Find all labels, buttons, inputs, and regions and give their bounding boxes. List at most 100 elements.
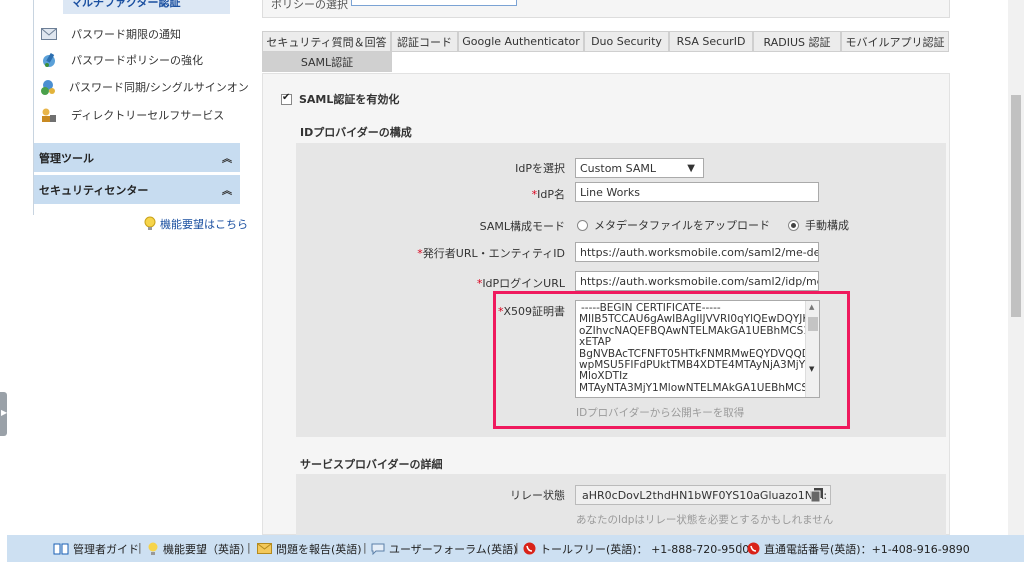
book-icon [53,543,69,555]
issuer-label: *発行者URL・エンティティID [417,247,565,260]
tab-saml[interactable]: SAML認証 [262,51,392,72]
sidebar-item-password-policy[interactable]: パスワードポリシーの強化 [33,48,240,72]
cert-label: *X509証明書 [497,305,565,318]
tab-mobile-app[interactable]: モバイルアプリ認証 [841,31,949,52]
feature-request-label: 機能要望はこちら [160,218,248,231]
footer-label: 直通電話番号(英語)：+1-408-916-9890 [764,542,970,556]
idp-select-value: Custom SAML [580,161,656,175]
footer-label: 機能要望（英語） [163,542,251,556]
sidebar-item-password-sync[interactable]: パスワード同期/シングルサインオン [33,75,249,99]
sidebar-item-label: パスワード期限の通知 [71,28,181,41]
policy-label: ポリシーの選択 [271,0,348,11]
enable-saml-checkbox[interactable] [281,92,292,105]
scroll-up-icon[interactable]: ▲ [809,303,814,311]
chat-icon [371,543,385,555]
chevron-double-up-icon[interactable]: ︽ [222,150,232,165]
footer-feature-request[interactable]: 機能要望（英語） [147,535,251,562]
footer-separator: | [138,541,142,554]
cert-line: xETAP [579,337,611,349]
radio-metadata-upload[interactable] [577,219,588,231]
radio-metadata-label: メタデータファイルをアップロード [594,219,770,232]
page-scroll-thumb[interactable] [1011,95,1021,317]
footer-separator: | [739,541,743,554]
phone-icon [747,542,760,555]
enable-saml-row[interactable]: SAML認証を有効化 [281,91,399,107]
sidebar-border [33,0,34,215]
footer-user-forum[interactable]: ユーザーフォーラム(英語) [371,535,517,562]
footer-direct-phone[interactable]: 直通電話番号(英語)：+1-408-916-9890 [747,535,970,562]
enable-saml-label: SAML認証を有効化 [299,93,400,106]
relay-state-input[interactable]: aHR0cDovL2thdHN1bWF0YS10aGluazo1NjA: [575,485,831,505]
footer-label: 問題を報告(英語) [276,542,362,556]
bulb-icon [147,542,159,556]
copy-button[interactable] [807,486,827,504]
cert-line: BgNVBAcTCFNFT05HTkFNMRMwEQYDVQQDE [579,348,805,360]
lightbulb-icon [143,216,157,232]
pen-icon [39,51,59,69]
idp-select[interactable]: Custom SAML ▼ [575,158,704,178]
chevron-right-icon: ▶ [1,408,8,417]
sidebar-item-password-expiry[interactable]: パスワード期限の通知 [33,22,240,46]
envelope-icon [257,543,272,554]
login-url-input[interactable]: https://auth.worksmobile.com/saml2/idp/m… [575,271,819,291]
config-mode-radios: メタデータファイルをアップロード 手動構成 [577,217,849,233]
cert-line: MIIB5TCCAU6gAwIBAgIIJVVRI0qYlQEwDQYJK [579,314,805,326]
side-panel-toggle[interactable]: ▶ [0,392,7,436]
sidebar-section-security-center[interactable]: セキュリティセンター ︽ [33,175,240,205]
caret-down-icon: ▼ [687,162,695,174]
tab-verification-code[interactable]: 認証コード [391,31,458,52]
issuer-input[interactable]: https://auth.worksmobile.com/saml2/me-de… [575,242,819,262]
footer-label: 管理者ガイド [73,542,139,556]
sync-icon [39,78,57,96]
idp-select-label: IdPを選択 [515,162,565,175]
idp-name-label: *IdP名 [531,188,565,201]
footer-separator: | [363,541,367,554]
tab-duo-security[interactable]: Duo Security [584,31,669,52]
footer-admin-guide[interactable]: 管理者ガイド [53,535,139,562]
lock-user-icon [39,106,59,124]
radio-manual-config[interactable] [788,219,799,231]
cert-line: wpMSU5FIFdPUktTMB4XDTE4MTAyNjA3MjY1 [579,360,805,372]
section-label: 管理ツール [39,151,94,165]
page-scrollbar[interactable] [1008,0,1024,535]
footer-separator: | [515,541,519,554]
scroll-thumb[interactable] [808,317,818,331]
policy-select[interactable] [351,0,517,6]
tab-google-authenticator[interactable]: Google Authenticator [458,31,584,52]
sidebar-item-directory-self-service[interactable]: ディレクトリーセルフサービス [33,103,240,127]
sidebar-item-mfa[interactable]: マルチファクター認証 [63,0,230,14]
sidebar-item-label: パスワードポリシーの強化 [71,54,203,67]
feature-request-link[interactable]: 機能要望はこちら [143,216,248,232]
sidebar-item-label: パスワード同期/シングルサインオン [69,81,249,94]
radio-manual-label: 手動構成 [805,219,849,232]
relay-hint: あなたのIdpはリレー状態を必要とするかもしれません [576,514,834,526]
config-mode-label: SAML構成モード [479,220,565,233]
envelope-icon [39,25,59,43]
footer-toll-free[interactable]: トールフリー(英語)： +1-888-720-9500 [523,535,749,562]
cert-line: -----BEGIN CERTIFICATE----- [581,303,721,314]
tab-security-questions[interactable]: セキュリティ質問＆回答 [262,31,391,52]
chevron-double-up-icon[interactable]: ︽ [222,182,232,197]
footer-label: トールフリー(英語)： +1-888-720-9500 [540,542,750,556]
phone-icon [523,542,536,555]
policy-strip: ポリシーの選択 [262,0,950,18]
sp-section-title: サービスプロバイダーの詳細 [300,458,443,471]
login-url-label: *IdPログインURL [476,277,565,290]
certificate-scrollbar[interactable]: ▲ ▼ [805,301,819,397]
tab-radius[interactable]: RADIUS 認証 [753,31,841,52]
cert-line: oZIhvcNAQEFBQAwNTELMAkGA1UEBhMCS1I [579,325,805,337]
sidebar-section-admin-tools[interactable]: 管理ツール ︽ [33,143,240,173]
sidebar: マルチファクター認証 パスワード期限の通知 パスワードポリシーの強化 パスワード… [33,0,249,240]
footer-report-issue[interactable]: 問題を報告(英語) [257,535,362,562]
scroll-down-icon[interactable]: ▼ [809,365,814,373]
footer-separator: | [247,541,251,554]
footer-bar: 管理者ガイド | 機能要望（英語） | 問題を報告(英語) | ユーザーフォーラ… [7,535,1024,562]
sidebar-item-label: ディレクトリーセルフサービス [71,109,225,122]
cert-line: MTAyNTA3MjY1MlowNTELMAkGA1UEBhMCS1 [579,382,805,394]
certificate-textarea[interactable]: -----BEGIN CERTIFICATE----- MIIB5TCCAU6g… [575,300,820,398]
idp-name-input[interactable]: Line Works [575,182,819,202]
tab-rsa-securid[interactable]: RSA SecurID [669,31,753,52]
idp-section-title: IDプロバイダーの構成 [300,126,412,139]
copy-icon [811,488,823,502]
relay-label: リレー状態 [510,489,565,502]
